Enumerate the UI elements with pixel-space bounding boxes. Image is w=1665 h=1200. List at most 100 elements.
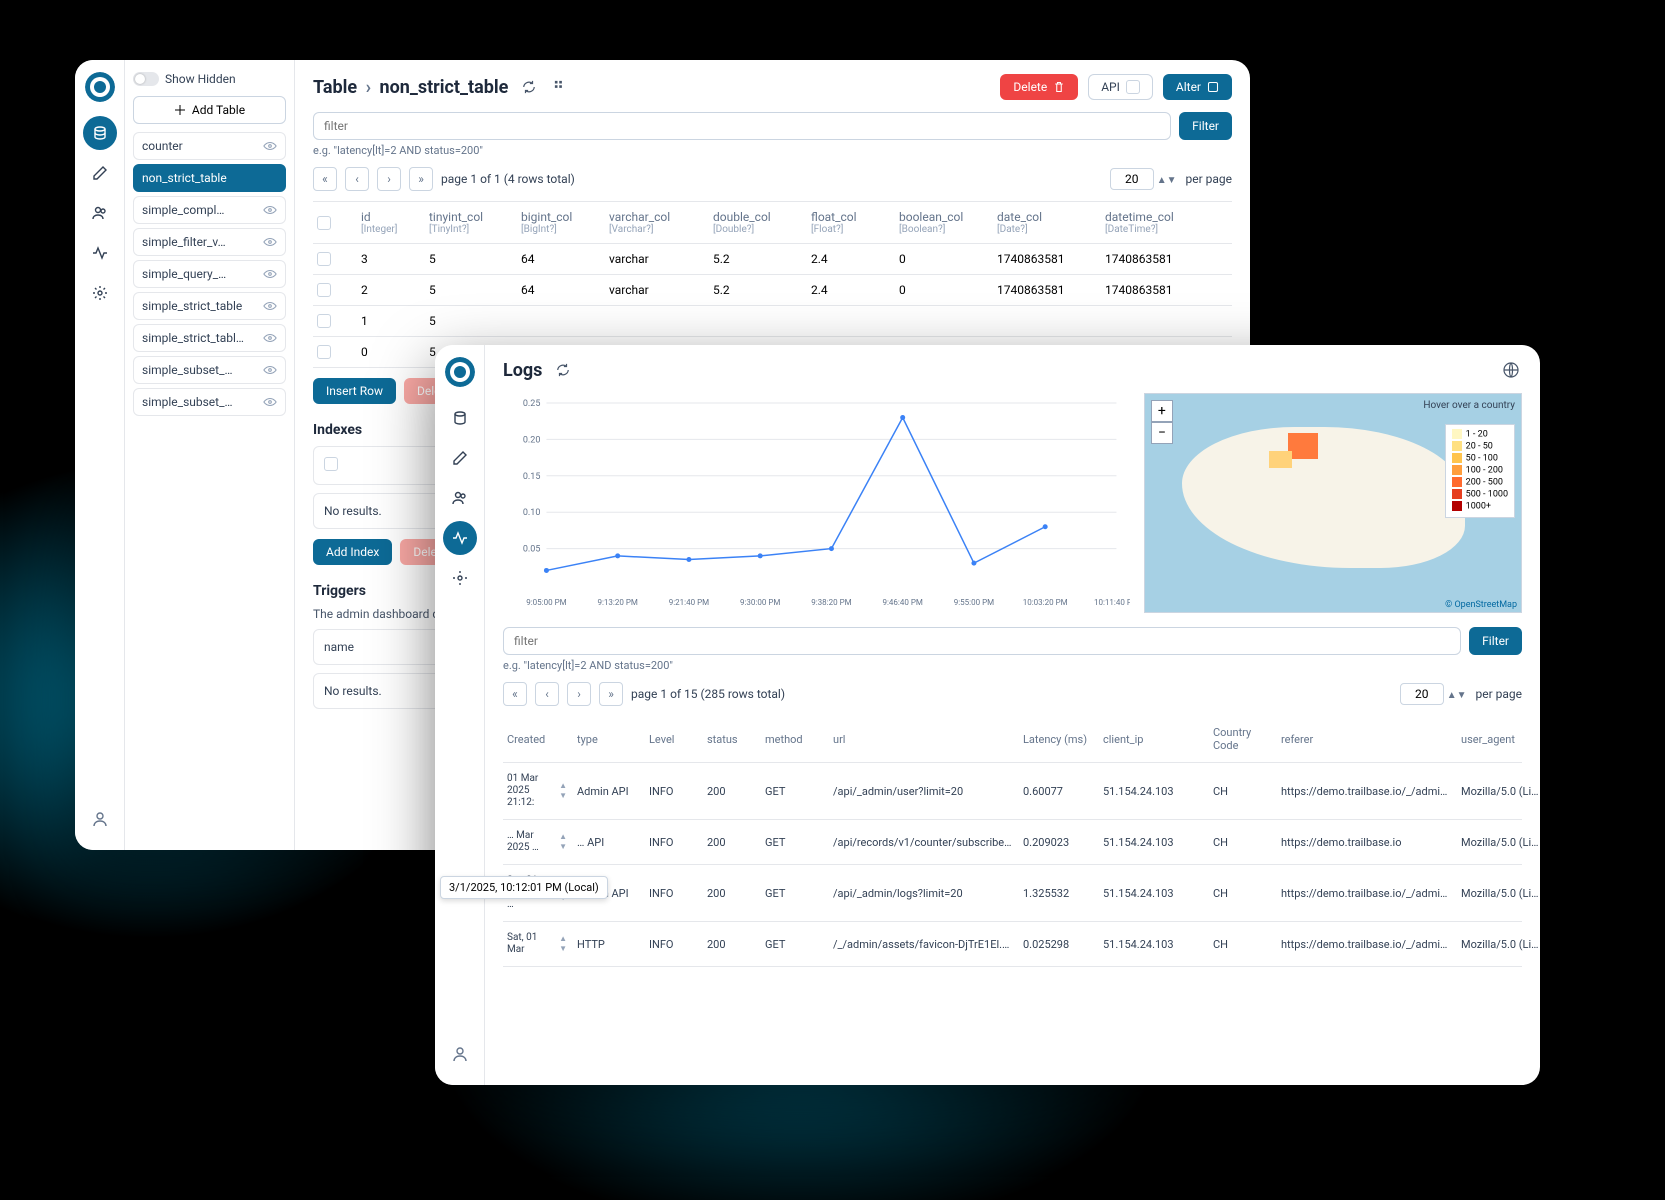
filter-input[interactable] xyxy=(313,112,1171,140)
nav-tables-icon[interactable] xyxy=(83,116,117,150)
insert-row-button[interactable]: Insert Row xyxy=(313,378,396,404)
column-header[interactable]: id[Integer] xyxy=(361,210,421,235)
logs-row[interactable]: Sat, 01 Mar▲▼ HTTPINFO200GET /_/admin/as… xyxy=(503,922,1522,967)
nav-settings-icon[interactable] xyxy=(443,561,477,595)
logs-column-header[interactable]: url xyxy=(833,733,1013,746)
add-index-button[interactable]: Add Index xyxy=(313,539,392,565)
row-checkbox[interactable] xyxy=(317,314,331,328)
page-first-button[interactable]: « xyxy=(313,167,337,191)
globe-icon[interactable] xyxy=(1500,359,1522,381)
logs-column-header[interactable]: status xyxy=(707,733,755,746)
page-first-button[interactable]: « xyxy=(503,682,527,706)
table-row[interactable]: 15 xyxy=(313,306,1232,337)
logs-column-header[interactable]: Created xyxy=(507,733,567,746)
logs-column-header[interactable]: method xyxy=(765,733,823,746)
page-size-input[interactable] xyxy=(1110,168,1154,190)
logs-main: Logs 0.050.100.150.200.259:05:00 PM9:13:… xyxy=(485,345,1540,1085)
refresh-icon[interactable] xyxy=(518,76,540,98)
eye-icon xyxy=(263,363,277,377)
nav-activity-icon[interactable] xyxy=(83,236,117,270)
column-header[interactable]: double_col[Double?] xyxy=(713,210,803,235)
logs-column-header[interactable]: Country Code xyxy=(1213,726,1271,752)
page-last-button[interactable]: » xyxy=(409,167,433,191)
nav-users-icon[interactable] xyxy=(443,481,477,515)
grid-icon[interactable] xyxy=(550,76,572,98)
column-header[interactable]: bigint_col[BigInt?] xyxy=(521,210,601,235)
svg-text:9:55:00 PM: 9:55:00 PM xyxy=(954,598,994,607)
nav-edit-icon[interactable] xyxy=(83,156,117,190)
page-prev-button[interactable]: ‹ xyxy=(535,682,559,706)
alter-button[interactable]: Alter xyxy=(1163,74,1232,100)
per-page-label: per page xyxy=(1475,687,1522,701)
column-header[interactable]: date_col[Date?] xyxy=(997,210,1097,235)
table-row[interactable]: 3564varchar5.22.4017408635811740863581 xyxy=(313,244,1232,275)
logs-column-header[interactable]: type xyxy=(577,733,639,746)
date-tooltip: 3/1/2025, 10:12:01 PM (Local) xyxy=(440,876,608,899)
column-header[interactable]: datetime_col[DateTime?] xyxy=(1105,210,1205,235)
table-list-item[interactable]: simple_strict_table xyxy=(133,292,286,320)
svg-text:9:30:00 PM: 9:30:00 PM xyxy=(740,598,780,607)
nav-settings-icon[interactable] xyxy=(83,276,117,310)
column-header[interactable]: boolean_col[Boolean?] xyxy=(899,210,989,235)
table-list-item[interactable]: simple_compl… xyxy=(133,196,286,224)
logs-column-header[interactable]: Latency (ms) xyxy=(1023,733,1093,746)
row-checkbox[interactable] xyxy=(317,252,331,266)
eye-icon xyxy=(263,395,277,409)
table-list-item[interactable]: simple_query_… xyxy=(133,260,286,288)
wrench-icon xyxy=(1207,81,1219,93)
nav-user-icon[interactable] xyxy=(443,1037,477,1071)
logs-filter-button[interactable]: Filter xyxy=(1469,627,1522,655)
logs-row[interactable]: … Mar 2025 …▲▼ … APIINFO200GET /api/reco… xyxy=(503,820,1522,865)
eye-icon xyxy=(263,299,277,313)
show-hidden-toggle[interactable] xyxy=(133,72,159,86)
logs-row[interactable]: 01 Mar 2025 21:12:▲▼ Admin APIINFO200GET… xyxy=(503,763,1522,820)
table-list-item[interactable]: simple_subset_… xyxy=(133,356,286,384)
page-prev-button[interactable]: ‹ xyxy=(345,167,369,191)
svg-text:9:13:20 PM: 9:13:20 PM xyxy=(598,598,638,607)
nav-activity-icon[interactable] xyxy=(443,521,477,555)
logs-row[interactable]: Sat, 01 Mar 2025 …▲▼ Admin APIINFO200GET… xyxy=(503,865,1522,922)
table-list-item[interactable]: simple_filter_v… xyxy=(133,228,286,256)
table-list-item[interactable]: counter xyxy=(133,132,286,160)
svg-text:9:38:20 PM: 9:38:20 PM xyxy=(811,598,851,607)
logs-column-header[interactable]: referer xyxy=(1281,733,1451,746)
page-last-button[interactable]: » xyxy=(599,682,623,706)
logs-filter-hint: e.g. "latency[lt]=2 AND status=200" xyxy=(503,659,1522,672)
logs-column-header[interactable]: client_ip xyxy=(1103,733,1203,746)
per-page-label: per page xyxy=(1185,172,1232,186)
row-checkbox[interactable] xyxy=(317,283,331,297)
header-checkbox[interactable] xyxy=(317,216,331,230)
column-header[interactable]: tinyint_col[TinyInt?] xyxy=(429,210,513,235)
table-list-item[interactable]: simple_subset_… xyxy=(133,388,286,416)
api-button[interactable]: API xyxy=(1088,74,1153,100)
column-header[interactable]: varchar_col[Varchar?] xyxy=(609,210,705,235)
table-row[interactable]: 2564varchar5.22.4017408635811740863581 xyxy=(313,275,1232,306)
nav-edit-icon[interactable] xyxy=(443,441,477,475)
api-checkbox[interactable] xyxy=(1126,80,1140,94)
column-header[interactable]: float_col[Float?] xyxy=(811,210,891,235)
nav-user-icon[interactable] xyxy=(83,802,117,836)
logs-column-header[interactable]: Level xyxy=(649,733,697,746)
logs-page-size-input[interactable] xyxy=(1400,683,1444,705)
svg-text:9:21:40 PM: 9:21:40 PM xyxy=(669,598,709,607)
table-list-item[interactable]: simple_strict_tabl… xyxy=(133,324,286,352)
map-zoom-in-button[interactable]: + xyxy=(1151,400,1173,422)
svg-text:10:03:20 PM: 10:03:20 PM xyxy=(1023,598,1068,607)
refresh-icon[interactable] xyxy=(552,359,574,381)
nav-users-icon[interactable] xyxy=(83,196,117,230)
filter-button[interactable]: Filter xyxy=(1179,112,1232,140)
add-table-button[interactable]: Add Table xyxy=(133,96,286,124)
delete-button[interactable]: Delete xyxy=(1000,74,1078,100)
logs-filter-input[interactable] xyxy=(503,627,1461,655)
map-zoom-out-button[interactable]: − xyxy=(1151,422,1173,444)
nav-tables-icon[interactable] xyxy=(443,401,477,435)
index-checkbox[interactable] xyxy=(324,457,338,471)
svg-text:10:11:40 PM: 10:11:40 PM xyxy=(1094,598,1130,607)
table-list-item[interactable]: non_strict_table xyxy=(133,164,286,192)
world-map[interactable]: + − Hover over a country 1 - 2020 - 5050… xyxy=(1144,393,1522,613)
logs-column-header[interactable]: user_agent xyxy=(1461,733,1540,746)
page-next-button[interactable]: › xyxy=(567,682,591,706)
eye-icon xyxy=(263,235,277,249)
page-next-button[interactable]: › xyxy=(377,167,401,191)
row-checkbox[interactable] xyxy=(317,345,331,359)
